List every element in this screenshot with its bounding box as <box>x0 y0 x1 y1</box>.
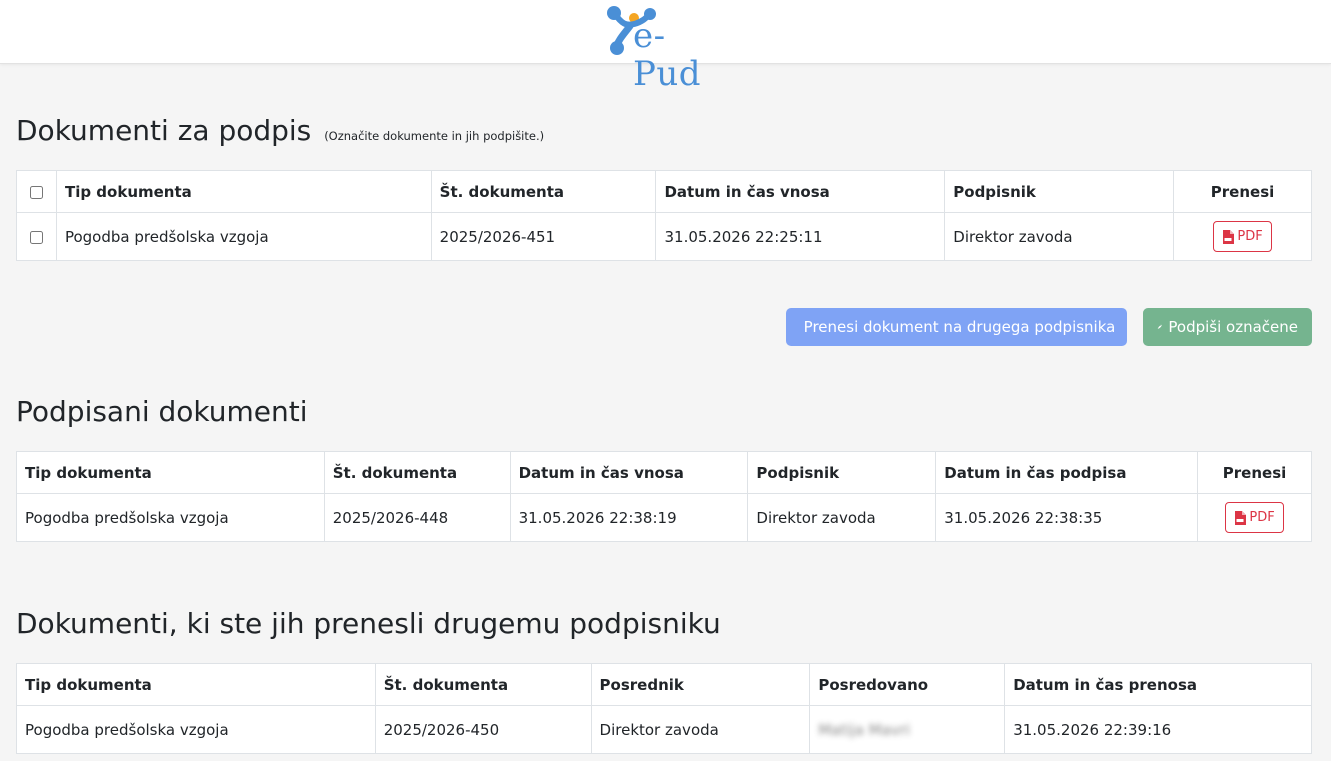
row-checkbox[interactable] <box>29 230 43 244</box>
table-header-row: Tip dokumenta Št. dokumenta Posrednik Po… <box>16 663 1312 706</box>
doc-number: 2025/2026-448 <box>323 493 511 542</box>
doc-entered-date: 31.05.2026 22:25:11 <box>655 212 946 261</box>
file-pdf-icon <box>1223 229 1235 244</box>
pdf-label: PDF <box>1249 510 1275 525</box>
to-sign-title: Dokumenti za podpis <box>16 114 312 147</box>
transfer-button-label: Prenesi dokument na drugega podpisnika <box>803 318 1116 336</box>
doc-entered-date: 31.05.2026 22:38:19 <box>509 493 749 542</box>
column-header: Datum in čas vnosa <box>655 170 946 213</box>
signature-pen-icon <box>1157 324 1163 330</box>
pdf-label: PDF <box>1237 229 1263 244</box>
transferred-table: Tip dokumenta Št. dokumenta Posrednik Po… <box>16 663 1312 754</box>
download-pdf-button[interactable]: PDF <box>1213 221 1272 252</box>
column-header: Prenesi <box>1197 451 1312 494</box>
signed-title: Podpisani dokumenti <box>16 395 308 428</box>
column-header: Št. dokumenta <box>374 663 592 706</box>
logo-text: e-Pud <box>633 16 702 94</box>
top-bar: e-Pud <box>0 0 1331 93</box>
section-title-to-sign: Dokumenti za podpis (Označite dokumente … <box>16 114 544 147</box>
doc-transferred-date: 31.05.2026 22:39:16 <box>1004 705 1312 754</box>
column-header: Podpisnik <box>747 451 937 494</box>
column-header: Prenesi <box>1173 170 1312 213</box>
column-header: Posrednik <box>590 663 811 706</box>
doc-signer: Direktor zavoda <box>747 493 937 542</box>
doc-signed-date: 31.05.2026 22:38:35 <box>935 493 1199 542</box>
select-all-cell <box>16 170 57 213</box>
column-header: Podpisnik <box>944 170 1175 213</box>
doc-number: 2025/2026-450 <box>374 705 592 754</box>
column-header: Datum in čas podpisa <box>935 451 1199 494</box>
download-pdf-button[interactable]: PDF <box>1225 502 1284 533</box>
download-cell: PDF <box>1197 493 1312 542</box>
column-header: Tip dokumenta <box>16 451 325 494</box>
to-sign-table: Tip dokumenta Št. dokumenta Datum in čas… <box>16 170 1312 261</box>
column-header: Št. dokumenta <box>430 170 657 213</box>
doc-type: Pogodba predšolska vzgoja <box>16 705 376 754</box>
file-pdf-icon <box>1235 510 1247 525</box>
doc-intermediary: Direktor zavoda <box>590 705 811 754</box>
column-header: Tip dokumenta <box>16 663 376 706</box>
table-row: Pogodba predšolska vzgoja 2025/2026-448 … <box>16 493 1312 542</box>
column-header: Št. dokumenta <box>323 451 511 494</box>
table-header-row: Tip dokumenta Št. dokumenta Datum in čas… <box>16 170 1312 213</box>
table-row: Pogodba predšolska vzgoja 2025/2026-450 … <box>16 705 1312 754</box>
doc-forwarded-to: Matija Mavri <box>809 705 1006 754</box>
column-header: Tip dokumenta <box>55 170 432 213</box>
table-header-row: Tip dokumenta Št. dokumenta Datum in čas… <box>16 451 1312 494</box>
section-title-transferred: Dokumenti, ki ste jih prenesli drugemu p… <box>16 607 721 640</box>
table-row: Pogodba predšolska vzgoja 2025/2026-451 … <box>16 212 1312 261</box>
column-header: Datum in čas vnosa <box>509 451 749 494</box>
download-cell: PDF <box>1173 212 1312 261</box>
doc-signer: Direktor zavoda <box>944 212 1175 261</box>
transfer-document-button[interactable]: Prenesi dokument na drugega podpisnika <box>786 308 1127 346</box>
doc-type: Pogodba predšolska vzgoja <box>16 493 325 542</box>
row-select-cell <box>16 212 57 261</box>
app-logo[interactable]: e-Pud <box>604 4 728 93</box>
doc-number: 2025/2026-451 <box>430 212 657 261</box>
column-header: Posredovano <box>809 663 1006 706</box>
sign-button-label: Podpiši označene <box>1168 318 1298 336</box>
section-title-signed: Podpisani dokumenti <box>16 395 308 428</box>
signed-table: Tip dokumenta Št. dokumenta Datum in čas… <box>16 451 1312 542</box>
column-header: Datum in čas prenosa <box>1004 663 1312 706</box>
to-sign-hint: (Označite dokumente in jih podpišite.) <box>324 129 545 143</box>
transferred-title: Dokumenti, ki ste jih prenesli drugemu p… <box>16 607 721 640</box>
sign-selected-button[interactable]: Podpiši označene <box>1143 308 1312 346</box>
doc-type: Pogodba predšolska vzgoja <box>55 212 432 261</box>
forwarded-to-name: Matija Mavri <box>818 720 910 739</box>
select-all-checkbox[interactable] <box>29 185 43 199</box>
